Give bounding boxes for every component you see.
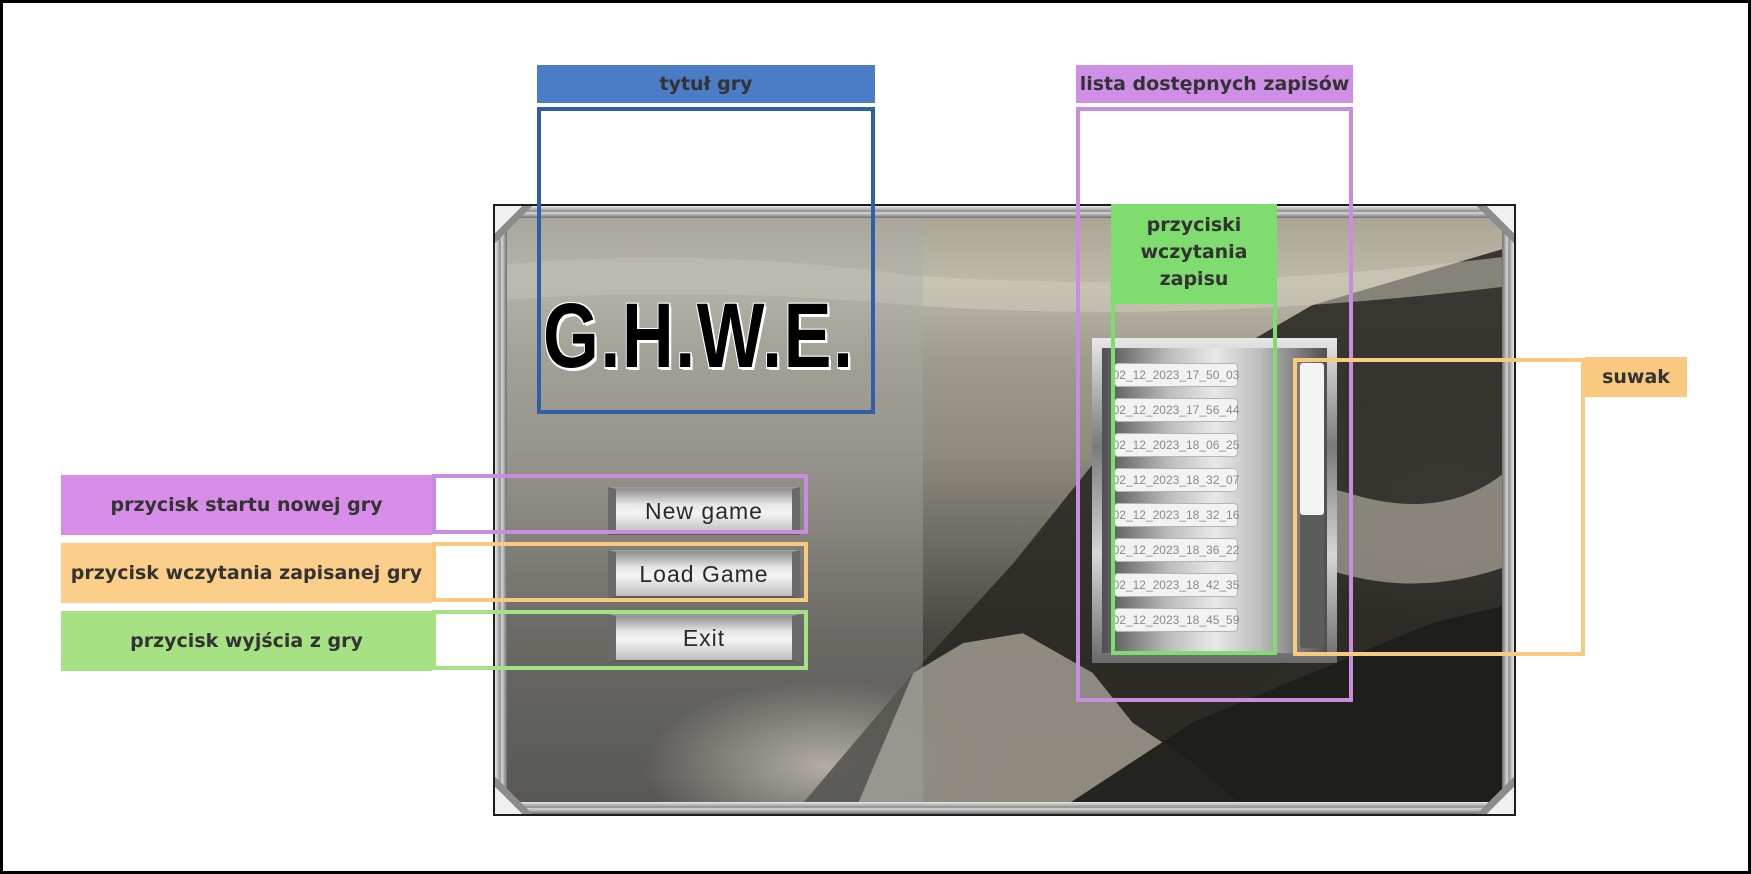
annotation-title-label: tytuł gry — [537, 65, 875, 103]
annotation-save-list-label: lista dostępnych zapisów — [1076, 65, 1353, 103]
annotation-load-buttons-label: przyciski wczytania zapisu — [1111, 204, 1277, 300]
annotation-slider-label: suwak — [1585, 357, 1687, 397]
frame-corner-tr — [1452, 206, 1514, 268]
annotation-load-game-box — [432, 542, 808, 602]
annotation-slider-box — [1293, 358, 1585, 656]
annotation-load-game-label: przycisk wczytania zapisanej gry — [61, 543, 432, 603]
frame-corner-bl — [495, 752, 557, 814]
annotation-load-buttons-box — [1111, 300, 1277, 655]
frame-edge-bottom — [495, 802, 1514, 814]
annotation-exit-label: przycisk wyjścia z gry — [61, 611, 432, 671]
annotation-new-game-box — [432, 474, 808, 534]
annotation-new-game-label: przycisk startu nowej gry — [61, 475, 432, 535]
frame-corner-br — [1452, 752, 1514, 814]
annotation-exit-box — [432, 610, 808, 670]
annotation-title-box — [537, 107, 875, 414]
